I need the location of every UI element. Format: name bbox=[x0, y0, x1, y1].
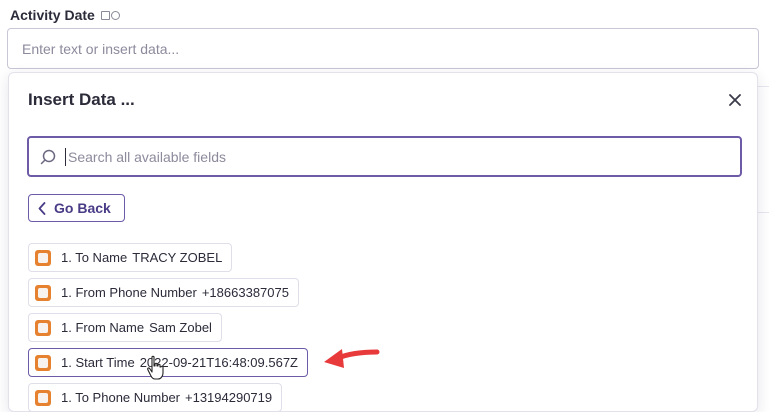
go-back-button[interactable]: Go Back bbox=[28, 194, 125, 222]
close-icon bbox=[729, 94, 741, 106]
field-name: 1. Start Time bbox=[61, 355, 135, 370]
background-divider bbox=[757, 212, 769, 213]
search-input[interactable] bbox=[68, 138, 740, 175]
calendar-icon bbox=[100, 10, 110, 20]
activity-date-input[interactable] bbox=[8, 29, 758, 68]
chevron-left-icon bbox=[38, 201, 46, 215]
hand-pointer-icon bbox=[147, 355, 164, 380]
data-field-from-phone-number[interactable]: 1. From Phone Number +18663387075 bbox=[28, 278, 299, 307]
info-icon bbox=[110, 10, 120, 20]
go-back-label: Go Back bbox=[54, 200, 111, 216]
field-value: +18663387075 bbox=[201, 285, 289, 300]
app-logo-icon bbox=[35, 354, 51, 371]
field-name: 1. To Phone Number bbox=[61, 390, 180, 405]
field-value: Sam Zobel bbox=[149, 320, 212, 335]
activity-date-input-wrapper bbox=[7, 28, 759, 69]
red-arrow-icon bbox=[324, 349, 380, 368]
text-caret bbox=[65, 147, 66, 166]
app-logo-icon bbox=[35, 284, 51, 301]
field-label: Activity Date bbox=[10, 7, 120, 23]
app-logo-icon bbox=[35, 389, 51, 406]
background-divider bbox=[757, 86, 769, 87]
field-value: TRACY ZOBEL bbox=[132, 250, 223, 265]
data-field-from-name[interactable]: 1. From Name Sam Zobel bbox=[28, 313, 222, 342]
close-button[interactable] bbox=[726, 91, 744, 109]
insert-data-panel: Insert Data ... Go Back 1. To Name TRACY… bbox=[8, 72, 758, 412]
data-field-to-phone-number[interactable]: 1. To Phone Number +13194290719 bbox=[28, 383, 283, 412]
field-name: 1. From Name bbox=[61, 320, 145, 335]
field-name: 1. To Name bbox=[61, 250, 128, 265]
data-field-to-name[interactable]: 1. To Name TRACY ZOBEL bbox=[28, 243, 233, 272]
data-field-start-time[interactable]: 1. Start Time 2022-09-21T16:48:09.567Z bbox=[28, 348, 308, 377]
field-name: 1. From Phone Number bbox=[61, 285, 197, 300]
search-field bbox=[27, 136, 742, 177]
app-logo-icon bbox=[35, 319, 51, 336]
field-value: +13194290719 bbox=[185, 390, 273, 405]
field-type-icons bbox=[100, 10, 120, 20]
panel-title: Insert Data ... bbox=[28, 90, 135, 109]
field-label-text: Activity Date bbox=[10, 7, 95, 23]
app-logo-icon bbox=[35, 249, 51, 266]
search-icon bbox=[40, 149, 56, 164]
